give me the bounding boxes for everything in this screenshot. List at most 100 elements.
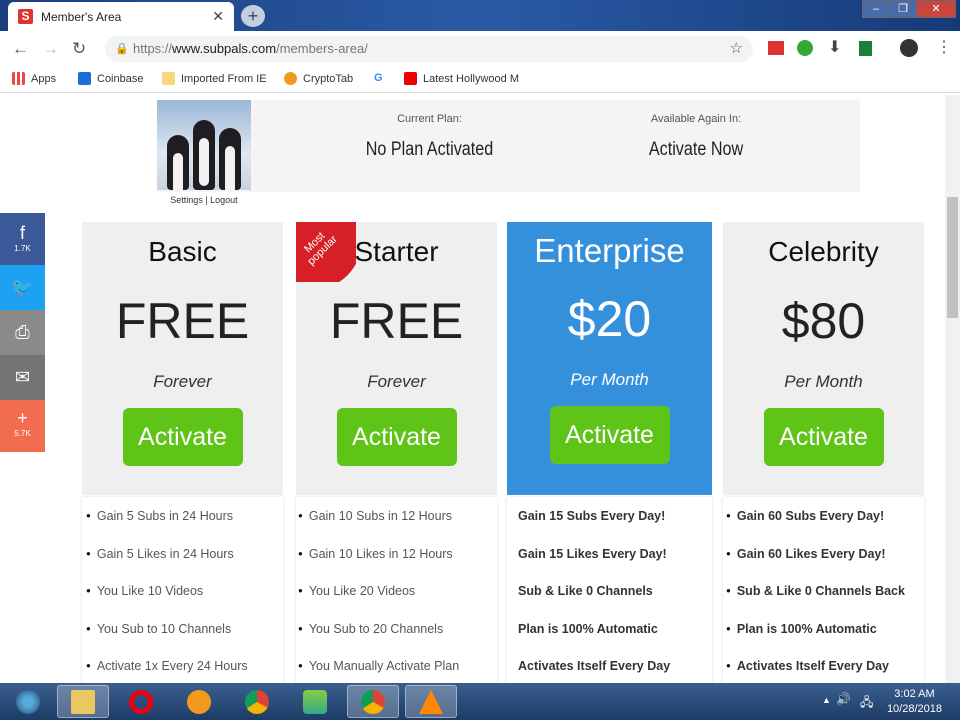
feature-item: Sub & Like 0 Channels [518,584,653,598]
feature-item: Gain 10 Subs in 12 Hours [298,509,497,547]
twitter-icon: 🐦 [11,277,34,297]
plan-price: FREE [115,293,250,349]
bookmark-label: Latest Hollywood M [423,72,519,85]
new-tab-button[interactable]: + [241,5,265,27]
plus-icon: + [17,408,28,428]
url-input[interactable]: 🔒 https://www.subpals.com/members-area/ … [105,36,753,62]
bookmark-imported[interactable]: Imported From IE [162,72,267,85]
network-icon[interactable]: 🖧 [860,693,873,714]
current-plan-label: Current Plan: [397,113,462,125]
account-header: Current Plan: No Plan Activated Availabl… [157,100,860,192]
page-scrollbar[interactable] [945,95,960,683]
start-button[interactable] [2,685,54,718]
print-button[interactable]: ⎙ [0,310,45,355]
minimize-button[interactable]: – [862,0,890,18]
taskbar-bluestacks[interactable] [289,685,341,718]
system-clock[interactable]: 3:02 AM 10/28/2018 [887,687,942,717]
google-icon: G [374,72,383,84]
twitter-share-button[interactable]: 🐦 [0,265,45,310]
bookmark-hollywood[interactable]: Latest Hollywood M [404,72,519,85]
current-plan-value: No Plan Activated [365,139,494,160]
plan-celebrity: Celebrity $80 Per Month Activate [723,222,924,495]
bookmark-cryptotab[interactable]: CryptoTab [284,72,353,85]
feature-item: Plan is 100% Automatic [518,621,658,636]
lock-icon: 🔒 [115,43,129,55]
close-tab-icon[interactable]: ✕ [212,8,224,25]
profile-avatar[interactable] [900,39,918,57]
activate-enterprise-button[interactable]: Activate [549,406,670,464]
windows-start-icon [16,689,40,714]
activate-celebrity-button[interactable]: Activate [763,408,884,466]
facebook-count: 1.7K [14,244,31,253]
sheets-extension-icon[interactable] [859,41,872,56]
youtube-icon [404,72,417,85]
bookmark-star-icon[interactable]: ☆ [730,36,743,62]
feature-item: Activates Itself Every Day [726,659,924,683]
bluestacks-icon [303,689,327,714]
forward-icon[interactable]: → [42,39,59,59]
gmail-extension-icon[interactable] [768,41,784,55]
plan-period: Forever [153,372,212,391]
email-share-button[interactable]: ✉ [0,355,45,400]
back-icon[interactable]: ← [12,39,29,59]
plan-price: $20 [567,291,652,347]
more-share-button[interactable]: +5.7K [0,400,45,452]
plan-enterprise: Enterprise $20 Per Month Activate [507,222,712,495]
print-icon: ⎙ [15,322,30,342]
account-links[interactable]: Settings | Logout [157,195,251,205]
taskbar-chrome-active[interactable] [347,685,399,718]
feature-item: Gain 5 Subs in 24 Hours [86,509,283,547]
url-prefix: https:// [133,41,173,56]
plan-period: Per Month [784,372,863,391]
plan-period: Per Month [570,370,649,389]
taskbar-cryptotab[interactable] [173,685,225,718]
available-label: Available Again In: [650,113,742,125]
bookmark-google[interactable]: G [374,72,383,84]
plan-price: $80 [781,293,866,349]
activate-basic-button[interactable]: Activate [122,408,243,466]
scrollbar-thumb[interactable] [947,197,958,318]
reload-icon[interactable]: ↻ [72,39,86,59]
bookmark-label: Apps [31,72,57,85]
browser-tab[interactable]: S Member's Area ✕ [8,2,234,31]
plan-price: FREE [329,293,464,349]
taskbar-explorer[interactable] [57,685,109,718]
celebrity-features: Gain 60 Subs Every Day! Gain 60 Likes Ev… [723,497,924,683]
chrome-icon [245,689,269,714]
taskbar-opera[interactable] [115,685,167,718]
show-hidden-icons[interactable]: ▲ [822,695,831,705]
volume-icon[interactable]: 🔊 [836,692,851,706]
taskbar-chrome[interactable] [231,685,283,718]
menu-icon[interactable]: ⋮ [936,37,952,57]
feature-item: Gain 15 Subs Every Day! [518,509,666,523]
facebook-icon: f [19,223,25,243]
plus-count: 5.7K [14,429,31,438]
feature-item: Gain 10 Likes in 12 Hours [298,547,497,585]
apps-icon [12,72,25,85]
feature-item: Activates Itself Every Day [518,659,671,673]
maximize-button[interactable]: ❐ [889,0,917,18]
bookmark-apps[interactable]: Apps [12,72,56,85]
facebook-share-button[interactable]: f 1.7K [0,213,45,265]
opera-icon [129,689,153,714]
starter-features: Gain 10 Subs in 12 Hours Gain 10 Likes i… [296,497,497,683]
plan-basic: Basic FREE Forever Activate [82,222,283,495]
site-favicon-icon: S [18,9,33,24]
feature-item: Plan is 100% Automatic [726,622,924,660]
address-bar-row: ← → ↻ 🔒 https://www.subpals.com/members-… [0,31,960,66]
clock-date: 10/28/2018 [886,703,942,715]
extension-icon[interactable] [797,40,813,56]
folder-icon [162,72,175,85]
activate-starter-button[interactable]: Activate [336,408,457,466]
plan-period: Forever [367,372,426,391]
available-value[interactable]: Activate Now [629,139,763,161]
page-content: Current Plan: No Plan Activated Availabl… [0,95,945,683]
email-icon: ✉ [14,367,31,387]
bookmark-coinbase[interactable]: Coinbase [78,72,143,85]
download-icon[interactable]: ⬇ [828,37,841,57]
cryptotab-icon [284,72,297,85]
bookmark-label: Imported From IE [181,72,267,85]
close-window-button[interactable]: ✕ [916,0,956,18]
taskbar-vlc[interactable] [405,685,457,718]
file-explorer-icon [71,689,95,714]
